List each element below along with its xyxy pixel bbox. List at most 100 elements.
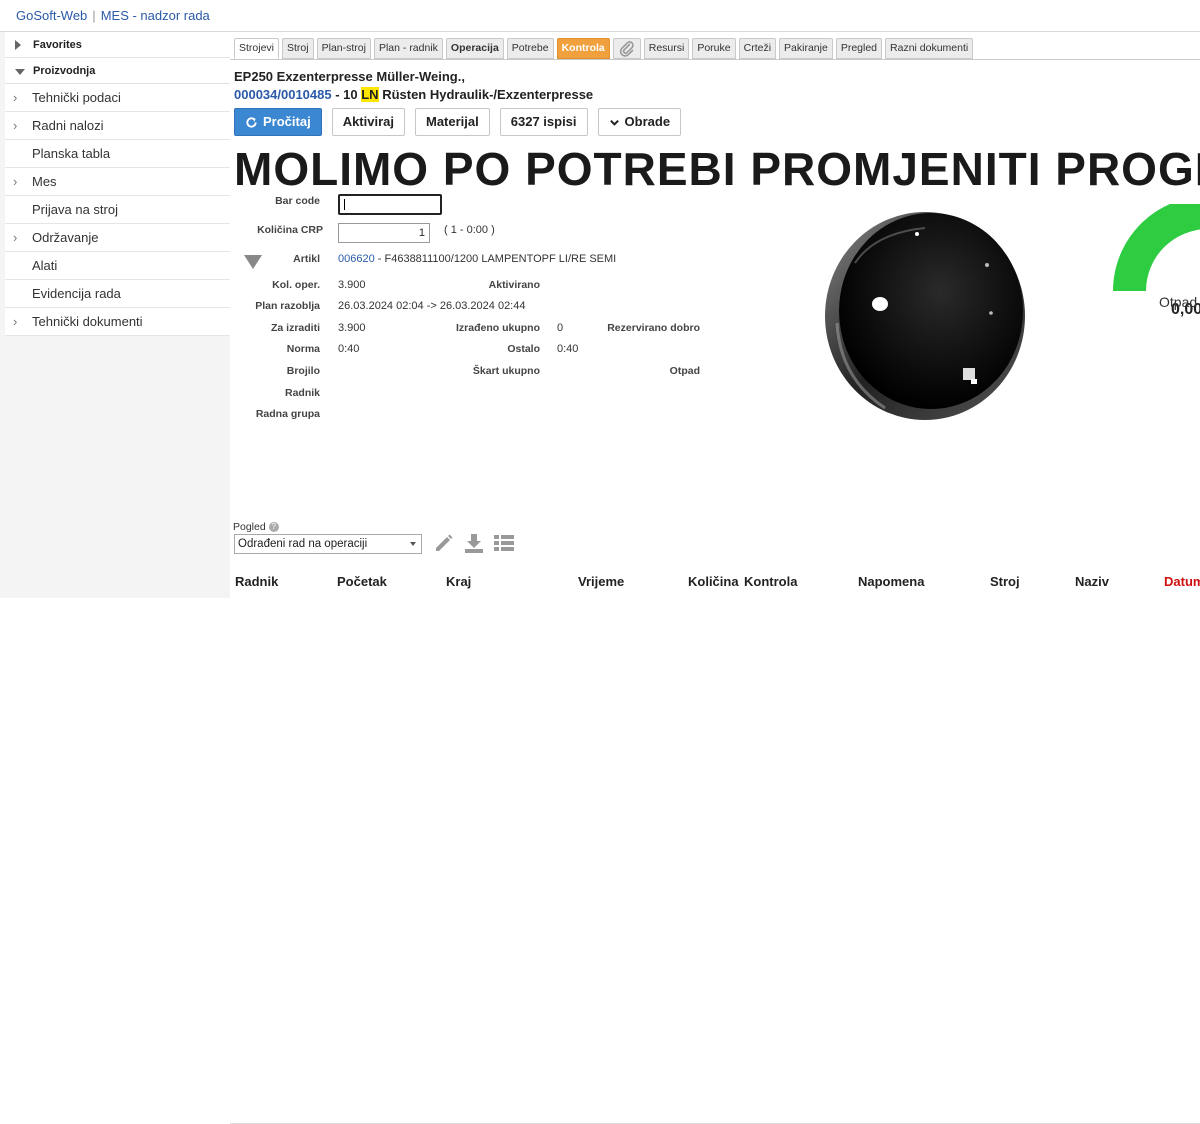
view-label-wrap: Pogled? — [233, 521, 279, 533]
sidebar-item-tehnicki-dokumenti[interactable]: › Tehnički dokumenti — [5, 308, 230, 336]
help-icon[interactable]: ? — [268, 522, 279, 532]
chevron-down-icon — [609, 119, 619, 126]
caret-right-icon — [15, 40, 21, 50]
artikl-link[interactable]: 006620 — [338, 253, 375, 265]
chevron-right-icon: › — [13, 230, 18, 245]
paperclip-icon — [619, 41, 634, 57]
prints-button[interactable]: 6327 ispisi — [499, 108, 588, 136]
tab-pakiranje[interactable]: Pakiranje — [779, 38, 833, 59]
tab-crtezi[interactable]: Crteži — [738, 38, 777, 59]
sidebar-item-tehnicki-podaci[interactable]: › Tehnički podaci — [5, 84, 230, 112]
tab-strojevi[interactable]: Strojevi — [234, 38, 280, 59]
ostalo-label: Ostalo — [507, 343, 540, 355]
gauge-label: Otpad — [1159, 294, 1198, 310]
sidebar-item-mes[interactable]: › Mes — [5, 168, 230, 196]
sidebar-section-favorites[interactable]: Favorites — [5, 32, 230, 58]
read-button-label: Pročitaj — [263, 114, 311, 129]
tab-resursi[interactable]: Resursi — [643, 38, 690, 59]
lamp-housing-image — [825, 212, 1025, 420]
sidebar-item-alati[interactable]: Alati — [5, 252, 230, 280]
view-select[interactable]: Odrađeni rad na operaciji — [234, 534, 422, 554]
column-header-datum[interactable]: Datum — [1164, 574, 1200, 589]
top-bar: GoSoft-Web | MES - nadzor rada — [0, 0, 1200, 32]
kol-oper-value: 3.900 — [338, 279, 366, 291]
tab-poruke[interactable]: Poruke — [692, 38, 736, 59]
qty-input[interactable]: 1 — [338, 223, 430, 243]
tab-razni-dokumenti[interactable]: Razni dokumenti — [885, 38, 974, 59]
material-button[interactable]: Materijal — [415, 108, 490, 136]
artikl-label: Artikl — [293, 253, 320, 265]
sidebar-item-radni-nalozi[interactable]: › Radni nalozi — [5, 112, 230, 140]
part-image — [815, 203, 1032, 425]
qty-label: Količina CRP — [257, 224, 323, 236]
column-header-stroj[interactable]: Stroj — [990, 574, 1020, 589]
norma-label: Norma — [286, 343, 320, 355]
tab-potrebe[interactable]: Potrebe — [506, 38, 554, 59]
sidebar-item-prijava-na-stroj[interactable]: Prijava na stroj — [5, 196, 230, 224]
sidebar-item-label: Evidencija rada — [32, 286, 121, 301]
rezervirano-label: Rezervirano dobro — [607, 322, 700, 334]
text-caret — [344, 199, 345, 210]
read-button[interactable]: Pročitaj — [234, 108, 322, 136]
column-header-radnik[interactable]: Radnik — [235, 574, 278, 589]
column-header-napomena[interactable]: Napomena — [858, 574, 924, 589]
tab-plan-radnik[interactable]: Plan - radnik — [373, 38, 443, 59]
list-view-icon[interactable] — [493, 532, 515, 554]
chevron-right-icon: › — [13, 174, 18, 189]
view-select-value: Odrađeni rad na operaciji — [238, 538, 368, 550]
tab-plan-stroj[interactable]: Plan-stroj — [316, 38, 371, 59]
barcode-label: Bar code — [275, 195, 320, 207]
artikl-value: 006620 - F4638811100/1200 LAMPENTOPF LI/… — [338, 253, 616, 265]
machine-title: EP250 Exzenterpresse Müller-Weing., — [234, 69, 465, 84]
activate-button[interactable]: Aktiviraj — [331, 108, 405, 136]
otpad-label: Otpad — [669, 365, 700, 377]
dropdown-arrow-icon — [410, 542, 416, 546]
processing-dropdown-button[interactable]: Obrade — [597, 108, 682, 136]
column-header-kraj[interactable]: Kraj — [446, 574, 471, 589]
radnik-label: Radnik — [284, 387, 320, 399]
sidebar-item-label: Planska tabla — [32, 146, 111, 161]
tab-attachments[interactable] — [612, 38, 641, 59]
column-header-vrijeme[interactable]: Vrijeme — [578, 574, 624, 589]
sidebar-item-evidencija-rada[interactable]: Evidencija rada — [5, 280, 230, 308]
order-tag: LN — [361, 87, 379, 102]
barcode-input[interactable] — [338, 194, 442, 215]
sidebar-item-planska-tabla[interactable]: Planska tabla — [5, 140, 230, 168]
ostalo-value: 0:40 — [557, 343, 579, 355]
sidebar-item-odrzavanje[interactable]: › Održavanje — [5, 224, 230, 252]
edit-pencil-icon[interactable] — [433, 532, 455, 554]
page-title[interactable]: MES - nadzor rada — [101, 8, 210, 23]
skart-label: Škart ukupno — [472, 365, 540, 377]
sidebar-section-label: Proizvodnja — [33, 65, 96, 77]
chevron-right-icon: › — [13, 90, 18, 105]
tab-kontrola[interactable]: Kontrola — [556, 38, 610, 59]
brojilo-label: Brojilo — [286, 365, 320, 377]
izradeno-value: 0 — [557, 322, 564, 334]
izradeno-label: Izrađeno ukupno — [456, 322, 540, 334]
sidebar-item-label: Tehnički dokumenti — [32, 314, 143, 329]
column-header-kolicina[interactable]: Količina — [688, 574, 739, 589]
tab-stroj[interactable]: Stroj — [282, 38, 314, 59]
download-icon[interactable] — [463, 532, 485, 554]
norma-value: 0:40 — [338, 343, 360, 355]
order-link[interactable]: 000034/0010485 — [234, 87, 332, 102]
sidebar-item-label: Tehnički podaci — [32, 90, 121, 105]
caret-down-icon — [15, 69, 25, 75]
chevron-right-icon: › — [13, 118, 18, 133]
tab-operacija[interactable]: Operacija — [445, 38, 504, 59]
order-line: 000034/0010485 - 10 LN Rüsten Hydraulik-… — [234, 87, 593, 102]
column-header-kontrola[interactable]: Kontrola — [744, 574, 797, 589]
sidebar-section-proizvodnja[interactable]: Proizvodnja — [5, 58, 230, 84]
sidebar-item-label: Održavanje — [32, 230, 99, 245]
tab-bar: Strojevi Stroj Plan-stroj Plan - radnik … — [234, 38, 974, 60]
view-label: Pogled — [233, 521, 266, 533]
refresh-icon — [246, 116, 257, 128]
column-header-pocetak[interactable]: Početak — [337, 574, 387, 589]
sidebar-item-label: Radni nalozi — [32, 118, 104, 133]
kol-oper-label: Kol. oper. — [272, 279, 320, 291]
sidebar-item-label: Mes — [32, 174, 57, 189]
processing-button-label: Obrade — [624, 114, 671, 129]
column-header-naziv[interactable]: Naziv — [1075, 574, 1109, 589]
tab-pregled[interactable]: Pregled — [835, 38, 883, 59]
app-name-link[interactable]: GoSoft-Web — [16, 8, 87, 23]
